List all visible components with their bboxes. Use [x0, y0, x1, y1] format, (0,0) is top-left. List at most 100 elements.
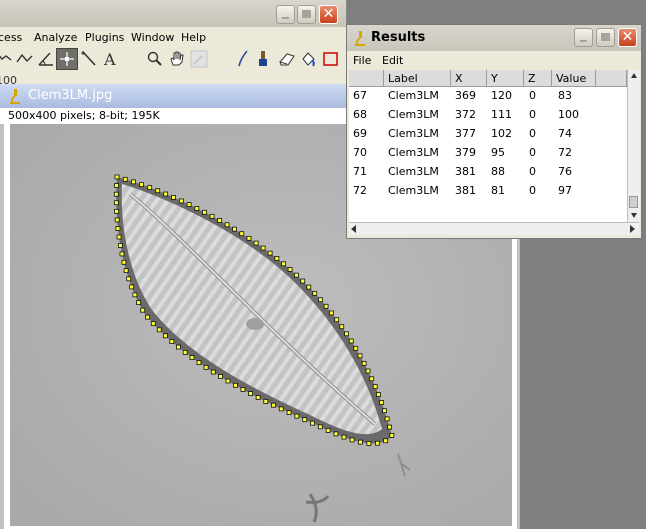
selection-point[interactable]	[114, 174, 120, 180]
table-cell[interactable]: Clem3LM	[388, 165, 439, 178]
selection-point[interactable]	[379, 400, 384, 406]
selection-point[interactable]	[287, 267, 293, 272]
selection-point[interactable]	[224, 222, 230, 228]
selection-point[interactable]	[196, 360, 202, 365]
menu-analyze[interactable]: Analyze	[34, 31, 77, 44]
selection-point[interactable]	[366, 441, 372, 446]
selection-point[interactable]	[203, 364, 209, 370]
selection-point[interactable]	[209, 213, 215, 219]
line-tool-button[interactable]	[232, 48, 254, 70]
selection-point[interactable]	[318, 297, 323, 303]
row-index-cell[interactable]: 68	[353, 108, 367, 121]
table-cell[interactable]: 0	[529, 165, 536, 178]
table-cell[interactable]: 381	[455, 165, 476, 178]
selection-point[interactable]	[353, 345, 359, 351]
selection-point[interactable]	[182, 350, 188, 355]
table-cell[interactable]: 0	[529, 89, 536, 102]
table-cell[interactable]: 95	[491, 146, 505, 159]
column-header-z[interactable]: Z	[524, 70, 552, 87]
rectangle-tool-button[interactable]	[320, 48, 342, 70]
selection-point[interactable]	[115, 226, 121, 231]
selection-point[interactable]	[312, 290, 318, 296]
menu-window[interactable]: Window	[131, 31, 174, 44]
selection-point[interactable]	[233, 382, 238, 388]
selection-point[interactable]	[255, 395, 261, 400]
table-cell[interactable]: Clem3LM	[388, 108, 439, 121]
selection-point[interactable]	[156, 327, 162, 333]
selection-point[interactable]	[263, 399, 269, 404]
minimize-button[interactable]	[276, 5, 295, 24]
close-button[interactable]: ✕	[319, 5, 338, 24]
selection-point[interactable]	[119, 251, 125, 257]
selection-point[interactable]	[248, 391, 253, 396]
scroll-right-icon[interactable]	[630, 225, 635, 233]
table-cell[interactable]: 0	[529, 146, 536, 159]
table-cell[interactable]: 379	[455, 146, 476, 159]
menu-plugins[interactable]: Plugins	[85, 31, 124, 44]
selection-point[interactable]	[281, 261, 286, 267]
selection-point[interactable]	[317, 424, 323, 430]
scroll-thumb[interactable]	[629, 196, 638, 208]
selection-point[interactable]	[372, 384, 378, 390]
table-cell[interactable]: 0	[529, 108, 536, 121]
selection-point[interactable]	[131, 179, 136, 185]
table-cell[interactable]: 88	[491, 165, 505, 178]
selection-point[interactable]	[384, 416, 390, 422]
menu-process[interactable]: cess	[0, 31, 22, 44]
magnifier-tool-button[interactable]	[144, 48, 166, 70]
results-minimize-button[interactable]	[574, 28, 593, 47]
selection-point[interactable]	[294, 413, 300, 419]
angle-tool-button[interactable]	[35, 48, 57, 70]
selection-point[interactable]	[163, 191, 169, 197]
selection-point[interactable]	[178, 198, 184, 204]
selection-point[interactable]	[383, 438, 389, 444]
row-index-cell[interactable]: 72	[353, 184, 367, 197]
selection-point[interactable]	[302, 417, 308, 423]
selection-point[interactable]	[344, 331, 350, 337]
table-cell[interactable]: 102	[491, 127, 512, 140]
selection-point[interactable]	[123, 268, 129, 274]
table-cell[interactable]: 76	[558, 165, 572, 178]
selection-point[interactable]	[240, 387, 246, 392]
selection-point[interactable]	[132, 292, 138, 298]
column-header-value[interactable]: Value	[552, 70, 596, 87]
selection-point[interactable]	[339, 324, 345, 330]
table-cell[interactable]: 100	[558, 108, 579, 121]
menu-file[interactable]: File	[353, 54, 371, 67]
selection-point[interactable]	[387, 424, 392, 430]
results-horizontal-scrollbar[interactable]	[349, 222, 639, 235]
selection-point[interactable]	[169, 339, 175, 344]
table-cell[interactable]: 120	[491, 89, 512, 102]
table-cell[interactable]: 0	[529, 184, 536, 197]
selection-point[interactable]	[163, 333, 168, 339]
selection-point[interactable]	[260, 245, 266, 251]
selection-point[interactable]	[175, 344, 181, 350]
table-cell[interactable]: Clem3LM	[388, 127, 439, 140]
selection-point[interactable]	[382, 408, 387, 414]
selection-point[interactable]	[136, 300, 141, 306]
table-cell[interactable]: Clem3LM	[388, 89, 439, 102]
table-cell[interactable]: 111	[491, 108, 512, 121]
eraser-tool-button[interactable]	[276, 48, 298, 70]
table-cell[interactable]: 372	[455, 108, 476, 121]
column-header-index[interactable]	[349, 70, 384, 87]
results-vertical-scrollbar[interactable]	[627, 70, 640, 222]
table-cell[interactable]: Clem3LM	[388, 146, 439, 159]
selection-point[interactable]	[333, 431, 339, 437]
selection-point[interactable]	[365, 368, 371, 374]
table-cell[interactable]: 74	[558, 127, 572, 140]
column-header-x[interactable]: X	[451, 70, 487, 87]
selection-point[interactable]	[147, 185, 153, 191]
column-header-y[interactable]: Y	[487, 70, 524, 87]
selection-point[interactable]	[357, 353, 363, 359]
table-cell[interactable]: 81	[491, 184, 505, 197]
text-tool-button[interactable]: A	[100, 48, 122, 70]
selection-point[interactable]	[246, 235, 252, 241]
selection-point[interactable]	[155, 188, 161, 194]
row-index-cell[interactable]: 71	[353, 165, 367, 178]
row-index-cell[interactable]: 67	[353, 89, 367, 102]
selection-point[interactable]	[145, 314, 151, 320]
selection-point[interactable]	[139, 182, 145, 188]
selection-point[interactable]	[225, 378, 231, 384]
row-index-cell[interactable]: 69	[353, 127, 367, 140]
